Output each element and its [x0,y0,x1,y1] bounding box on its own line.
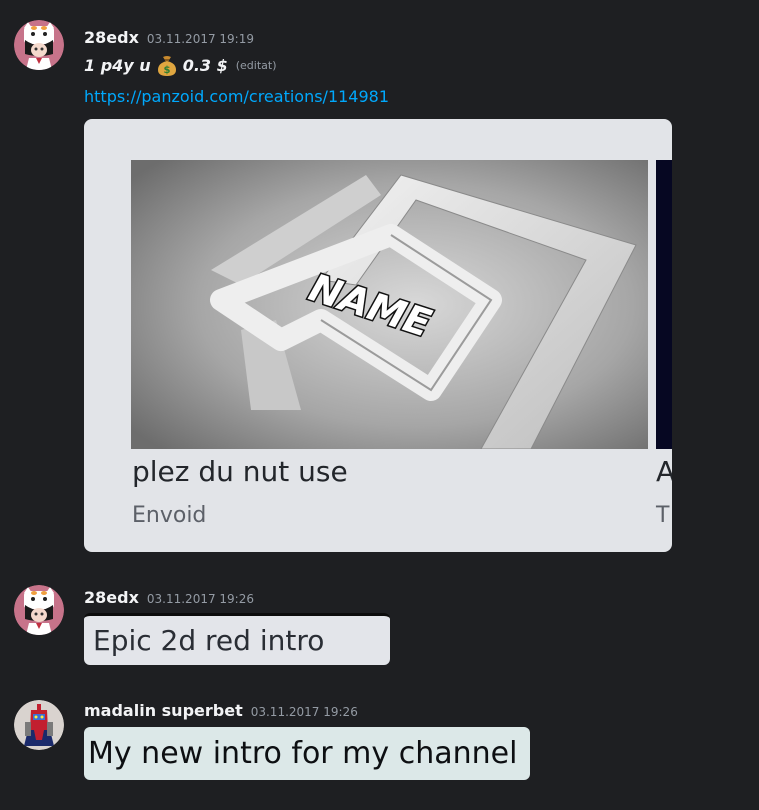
svg-text:$: $ [163,65,170,76]
username[interactable]: madalin superbet [84,701,243,720]
message-text-amount: 0.3 $ [182,55,228,75]
timestamp: 03.11.2017 19:19 [146,32,254,46]
username[interactable]: 28edx [84,588,139,607]
avatar[interactable] [14,20,64,70]
money-bag-icon: $ [155,53,179,77]
embed-thumbnail-next[interactable] [656,160,672,449]
embed-title-next[interactable]: A [656,455,672,488]
username[interactable]: 28edx [84,28,139,47]
attached-image[interactable]: Epic 2d red intro [84,613,390,665]
timestamp: 03.11.2017 19:26 [250,705,358,719]
message-link[interactable]: https://panzoid.com/creations/114981 [84,87,389,106]
embed-title[interactable]: plez du nut use [132,455,348,488]
message-text: 1 p4y u [84,55,151,75]
embed-thumbnail[interactable]: NAME [131,160,648,449]
attached-image-text: My new intro for my channel [88,736,518,771]
avatar[interactable] [14,585,64,635]
timestamp: 03.11.2017 19:26 [146,592,254,606]
embed-subtitle: Envoid [132,503,207,528]
attached-image-text: Epic 2d red intro [93,624,325,657]
embed-subtitle-next: T [656,503,670,528]
edited-label: (editat) [235,58,277,72]
link-embed[interactable]: NAME plez du nut use A Envoid T [84,119,672,552]
avatar[interactable] [14,700,64,750]
attached-image[interactable]: My new intro for my channel [84,727,530,780]
